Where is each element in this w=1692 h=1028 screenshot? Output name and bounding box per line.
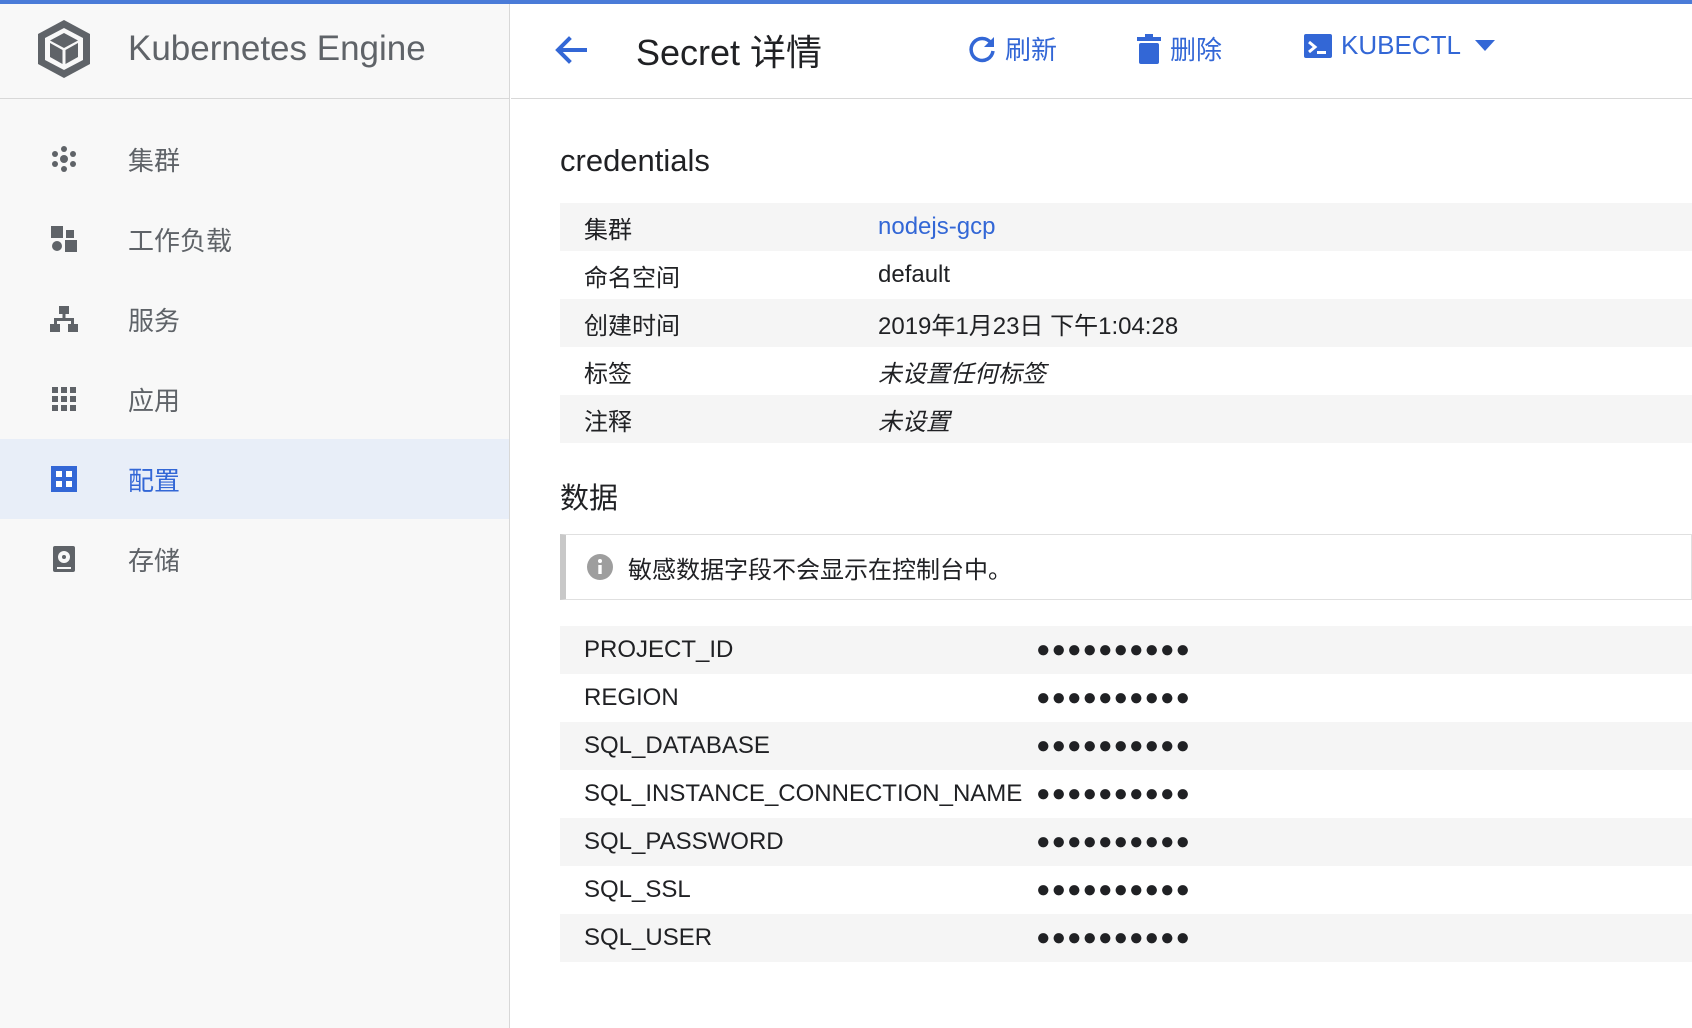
data-key: REGION [584, 684, 679, 711]
sidebar-item-applications[interactable]: 应用 [0, 359, 509, 439]
sensitive-data-notice: 敏感数据字段不会显示在控制台中。 [560, 534, 1692, 600]
refresh-button[interactable]: 刷新 [967, 30, 1057, 67]
caret-down-icon [1474, 39, 1495, 51]
detail-key: 创建时间 [584, 312, 680, 340]
workloads-icon [49, 224, 79, 254]
data-key: SQL_USER [584, 924, 713, 951]
trash-icon [1137, 33, 1161, 64]
sidebar-item-label: 应用 [128, 385, 181, 416]
delete-button[interactable]: 删除 [1136, 30, 1222, 67]
kubernetes-engine-logo-icon[interactable] [34, 17, 94, 81]
clusters-icon [49, 144, 79, 174]
detail-row-labels: 标签 未设置任何标签 [560, 347, 1692, 395]
table-row: REGION ●●●●●●●●●● [560, 674, 1692, 722]
sidebar-item-label: 配置 [128, 465, 181, 496]
details-table: 集群 nodejs-gcp 命名空间 default 创建时间 2019年1月2… [560, 203, 1692, 443]
detail-value: 2019年1月23日 下午1:04:28 [878, 312, 1179, 340]
masked-value: ●●●●●●●●●● [1036, 732, 1191, 759]
detail-key: 标签 [584, 360, 632, 388]
sidebar-nav: 集群 工作负载 服务 应用 配置 存储 [0, 99, 509, 599]
detail-value: 未设置 [878, 408, 950, 436]
data-key: SQL_PASSWORD [584, 828, 784, 855]
sidebar: Kubernetes Engine 集群 工作负载 服务 应用 配置 存储 [0, 0, 510, 1028]
masked-value: ●●●●●●●●●● [1036, 684, 1191, 711]
sidebar-item-label: 工作负载 [128, 225, 233, 256]
detail-key: 集群 [584, 216, 632, 244]
notice-text: 敏感数据字段不会显示在控制台中。 [628, 556, 1012, 584]
sidebar-item-label: 存储 [128, 545, 181, 576]
info-icon [587, 554, 613, 580]
refresh-label: 刷新 [1005, 35, 1058, 65]
data-key: PROJECT_ID [584, 636, 734, 663]
sidebar-item-label: 服务 [128, 305, 181, 336]
page-header: Secret 详情 刷新 删除 KUBECTL [511, 0, 1692, 99]
detail-value: 未设置任何标签 [878, 360, 1046, 388]
cluster-link[interactable]: nodejs-gcp [878, 213, 995, 241]
detail-row-created: 创建时间 2019年1月23日 下午1:04:28 [560, 299, 1692, 347]
detail-value: default [878, 261, 951, 288]
sidebar-item-configuration[interactable]: 配置 [0, 439, 509, 519]
table-row: SQL_PASSWORD ●●●●●●●●●● [560, 818, 1692, 866]
masked-value: ●●●●●●●●●● [1036, 828, 1191, 855]
sidebar-item-services[interactable]: 服务 [0, 279, 509, 359]
detail-row-annotations: 注释 未设置 [560, 395, 1692, 443]
applications-icon [49, 384, 79, 414]
app-title: Kubernetes Engine [128, 29, 426, 68]
detail-key: 注释 [584, 408, 632, 436]
kubectl-label: KUBECTL [1341, 30, 1461, 60]
detail-row-cluster: 集群 nodejs-gcp [560, 203, 1692, 251]
data-key: SQL_SSL [584, 876, 691, 903]
sidebar-item-label: 集群 [128, 145, 181, 176]
detail-key: 命名空间 [584, 264, 680, 292]
back-arrow-icon[interactable] [549, 28, 593, 72]
delete-label: 删除 [1170, 35, 1223, 65]
data-key: SQL_DATABASE [584, 732, 770, 759]
brand-header: Kubernetes Engine [0, 0, 509, 99]
table-row: SQL_DATABASE ●●●●●●●●●● [560, 722, 1692, 770]
table-row: SQL_SSL ●●●●●●●●●● [560, 866, 1692, 914]
secret-data-table: PROJECT_ID ●●●●●●●●●● REGION ●●●●●●●●●● … [560, 626, 1692, 962]
refresh-icon [969, 36, 995, 62]
table-row: SQL_USER ●●●●●●●●●● [560, 914, 1692, 962]
secret-name-heading: credentials [560, 143, 710, 178]
data-section-title: 数据 [560, 483, 619, 515]
services-icon [49, 304, 79, 334]
masked-value: ●●●●●●●●●● [1036, 636, 1191, 663]
top-accent-line [0, 0, 1692, 4]
masked-value: ●●●●●●●●●● [1036, 924, 1191, 951]
detail-row-namespace: 命名空间 default [560, 251, 1692, 299]
sidebar-item-clusters[interactable]: 集群 [0, 119, 509, 199]
kubectl-dropdown-button[interactable]: KUBECTL [1303, 30, 1503, 61]
sidebar-item-workloads[interactable]: 工作负载 [0, 199, 509, 279]
storage-icon [49, 544, 79, 574]
terminal-icon [1304, 33, 1332, 58]
table-row: SQL_INSTANCE_CONNECTION_NAME ●●●●●●●●●● [560, 770, 1692, 818]
masked-value: ●●●●●●●●●● [1036, 876, 1191, 903]
masked-value: ●●●●●●●●●● [1036, 780, 1191, 807]
data-key: SQL_INSTANCE_CONNECTION_NAME [584, 780, 1023, 807]
sidebar-item-storage[interactable]: 存储 [0, 519, 509, 599]
configuration-icon [49, 464, 79, 494]
page-title: Secret 详情 [636, 32, 823, 73]
table-row: PROJECT_ID ●●●●●●●●●● [560, 626, 1692, 674]
